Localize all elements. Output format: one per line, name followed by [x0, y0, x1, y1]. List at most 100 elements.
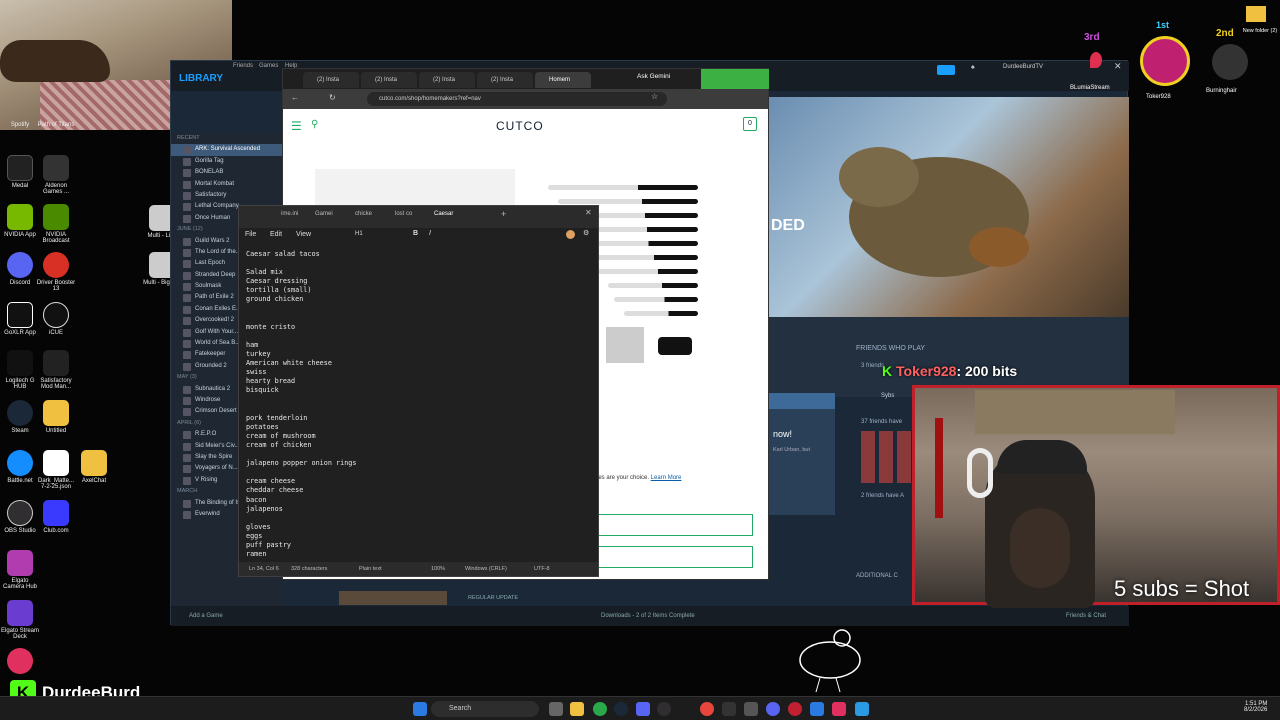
discord-icon-2[interactable]: [766, 702, 780, 716]
clock-date: 8/2/2026: [1244, 707, 1268, 713]
xbox-icon[interactable]: [593, 702, 607, 716]
tab-instagram-2[interactable]: (2) Insta: [361, 72, 417, 88]
new-folder-label[interactable]: New folder (2): [1240, 28, 1280, 34]
knife: [598, 269, 698, 274]
tab-ime-ini[interactable]: ime.ini: [281, 211, 298, 217]
additional-content-header: ADDITIONAL C: [856, 573, 898, 579]
desktop-icon-battlenet[interactable]: Battle.net: [0, 450, 40, 484]
steam-icon[interactable]: [614, 702, 628, 716]
discord-icon[interactable]: [636, 702, 650, 716]
broadcast-icon[interactable]: [937, 65, 955, 75]
bell-icon[interactable]: ♠: [971, 64, 975, 71]
notepad-tab-strip: ime.ini Gamei chicke lost co Caesar + ✕: [239, 206, 598, 228]
menu-edit[interactable]: Edit: [270, 231, 282, 238]
back-icon[interactable]: ←: [291, 93, 299, 102]
friend-avatars-grid[interactable]: [861, 431, 911, 483]
taskbar-search[interactable]: Search: [431, 701, 539, 717]
desktop-icon-elgato-deck[interactable]: Elgato Stream Deck: [0, 600, 40, 640]
cookie-settings-button[interactable]: [595, 546, 753, 568]
cutco-logo[interactable]: CUTCO: [496, 119, 544, 133]
game-ark[interactable]: ARK: Survival Ascended: [171, 144, 283, 156]
tab-lost[interactable]: lost co: [395, 211, 412, 217]
app-icon[interactable]: [744, 702, 758, 716]
steam-library-tab[interactable]: LIBRARY: [179, 73, 223, 84]
battlenet-icon[interactable]: [810, 702, 824, 716]
copilot-icon[interactable]: [566, 230, 575, 239]
desktop-icon-nvidia-app[interactable]: NVIDIA App: [0, 204, 40, 238]
desktop-icon-obs[interactable]: OBS Studio: [0, 500, 40, 534]
lumia-icon[interactable]: [832, 702, 846, 716]
desktop-icon-path-of-titans[interactable]: Path of Titans: [36, 122, 76, 128]
desktop-icon-nvidia-broadcast[interactable]: NVIDIA Broadcast: [36, 204, 76, 244]
desktop-icon-club[interactable]: Club.com: [36, 500, 76, 534]
tab-chicke[interactable]: chicke: [355, 211, 372, 217]
update-thumbnail[interactable]: [339, 591, 447, 605]
steam-menu-games[interactable]: Games: [259, 63, 278, 69]
reload-icon[interactable]: ↻: [329, 93, 336, 102]
desktop-icon-logitech[interactable]: Logitech G HUB: [0, 350, 40, 390]
desktop-icon-satisfactory-mod[interactable]: Satisfactory Mod Man...: [36, 350, 76, 390]
folder-icon: [43, 400, 69, 426]
italic-icon[interactable]: I: [429, 230, 431, 237]
friends-chat-button[interactable]: Friends & Chat: [1066, 613, 1106, 619]
window-controls[interactable]: [701, 69, 769, 89]
friend-name[interactable]: Sybs: [881, 393, 894, 399]
desktop-icon-icue[interactable]: iCUE: [36, 302, 76, 336]
new-tab-icon[interactable]: +: [501, 209, 506, 219]
game-satisfactory[interactable]: Satisfactory: [171, 190, 283, 201]
tab-instagram-4[interactable]: (2) Insta: [477, 72, 533, 88]
record-icon[interactable]: [788, 702, 802, 716]
cookie-accept-button[interactable]: [595, 514, 753, 536]
ask-gemini-button[interactable]: Ask Gemini: [637, 73, 670, 80]
tab-instagram-3[interactable]: (2) Insta: [419, 72, 475, 88]
address-bar[interactable]: cutco.com/shop/homemakers?ref=nav: [367, 92, 667, 106]
steam-menu-friends[interactable]: Friends: [233, 63, 253, 69]
add-game-button[interactable]: Add a Game: [189, 613, 223, 619]
settings-icon[interactable]: ⚙: [583, 229, 589, 237]
steam-user[interactable]: DurdeeBurdTV: [1003, 64, 1043, 70]
desktop-icon-aldenon[interactable]: Aldenon Games ...: [36, 155, 76, 195]
game-gorilla-tag[interactable]: Gorilla Tag: [171, 156, 283, 167]
system-clock[interactable]: 1:51 PM 8/2/2026: [1244, 701, 1267, 713]
learn-more-link[interactable]: Learn More: [651, 475, 682, 481]
desktop-icon-medal[interactable]: Medal: [0, 155, 40, 189]
desktop-icon-discord[interactable]: Discord: [0, 252, 40, 286]
epic-icon[interactable]: [722, 702, 736, 716]
menu-view[interactable]: View: [296, 231, 311, 238]
search-icon[interactable]: ⚲: [311, 119, 318, 130]
desktop-icon-json-file[interactable]: Dark_Matte... 7-2-25.json: [36, 450, 76, 490]
chrome-tab-strip: (2) Insta (2) Insta (2) Insta (2) Insta …: [283, 69, 769, 89]
desktop-icon-lumia[interactable]: [0, 648, 40, 676]
game-bonelab[interactable]: BONELAB: [171, 167, 283, 178]
desktop-icon-axelchat[interactable]: AxelChat: [74, 450, 114, 484]
task-view-icon[interactable]: [549, 702, 563, 716]
cart-icon[interactable]: 0: [743, 117, 757, 131]
file-icon: [43, 450, 69, 476]
start-icon[interactable]: [413, 702, 427, 716]
folder-icon[interactable]: [1246, 6, 1266, 22]
game-mortal-kombat[interactable]: Mortal Kombat: [171, 179, 283, 190]
notepad-icon[interactable]: [855, 702, 869, 716]
menu-file[interactable]: File: [245, 231, 256, 238]
menu-icon[interactable]: ☰: [291, 119, 302, 133]
tab-cutco[interactable]: Homem: [535, 72, 591, 88]
desktop-icon-driver-booster[interactable]: Driver Booster 13: [36, 252, 76, 292]
downloads-status[interactable]: Downloads - 2 of 2 Items Complete: [601, 613, 695, 619]
desktop-icon-steam[interactable]: Steam: [0, 400, 40, 434]
desktop-icon-goxlr[interactable]: GoXLR App: [0, 302, 40, 336]
desktop-icon-elgato-camera[interactable]: Elgato Camera Hub: [0, 550, 40, 590]
tab-gamei[interactable]: Gamei: [315, 211, 333, 217]
bold-icon[interactable]: B: [413, 230, 418, 237]
tab-instagram-1[interactable]: (2) Insta: [303, 72, 359, 88]
obs-icon[interactable]: [657, 702, 671, 716]
bookmark-star-icon[interactable]: ☆: [651, 92, 658, 101]
desktop-icon-spotify[interactable]: Spotify: [0, 122, 40, 128]
file-explorer-icon[interactable]: [570, 702, 584, 716]
close-icon[interactable]: ✕: [585, 208, 592, 217]
tab-caesar[interactable]: Caesar: [434, 211, 453, 217]
notepad-text-area[interactable]: Caesar salad tacos Salad mix Caesar dres…: [246, 250, 586, 559]
desktop-icon-untitled[interactable]: Untitled: [36, 400, 76, 434]
heading-dropdown[interactable]: H1: [355, 231, 363, 237]
chrome-icon[interactable]: [700, 702, 714, 716]
notepad-statusbar: Ln 34, Col 6 328 characters Plain text 1…: [239, 562, 598, 576]
